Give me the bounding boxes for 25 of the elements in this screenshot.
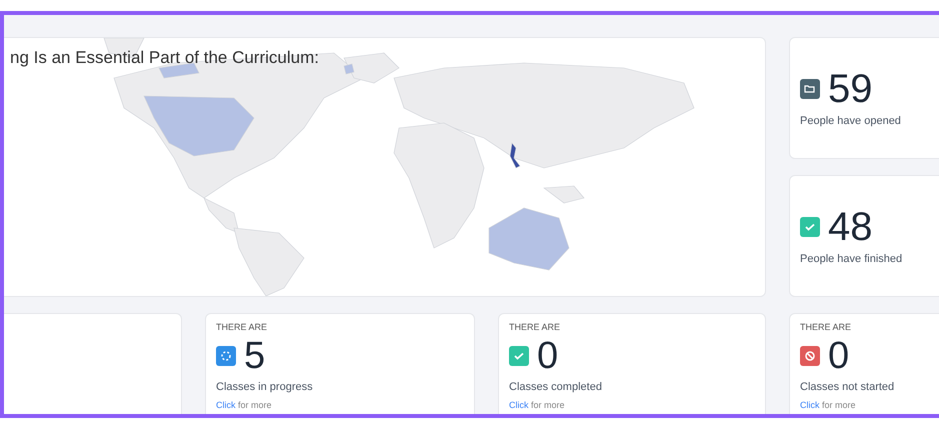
folder-icon — [800, 79, 820, 99]
more-text: Click for more — [509, 400, 566, 410]
loading-icon — [216, 346, 236, 366]
stat-label: Classes completed — [509, 381, 603, 393]
stat-label: People have opened — [800, 115, 902, 127]
stat-eyebrow: THERE ARE — [509, 322, 562, 332]
stat-value: 0 — [537, 337, 558, 375]
more-text: Click for more — [800, 400, 857, 410]
stat-eyebrow: THERE ARE — [800, 322, 852, 332]
check-icon — [509, 346, 529, 366]
stat-value: 5 — [244, 337, 266, 375]
click-link[interactable]: Click — [216, 400, 236, 410]
stat-value: 59 — [828, 69, 872, 109]
more-text: Click for more — [216, 400, 273, 410]
map-title: ng Is an Essential Part of the Curriculum: — [10, 48, 319, 68]
stat-label: People have finished — [800, 253, 904, 265]
ban-icon — [800, 346, 820, 366]
click-link[interactable]: Click — [800, 400, 820, 410]
check-icon — [800, 217, 820, 237]
stat-value: 0 — [828, 337, 850, 375]
stat-label: Classes in progress — [216, 381, 314, 393]
stat-value: 48 — [828, 207, 872, 247]
click-link[interactable]: Click — [509, 400, 528, 410]
stat-label: Classes not started — [800, 381, 896, 393]
stat-eyebrow: THERE ARE — [216, 322, 268, 332]
